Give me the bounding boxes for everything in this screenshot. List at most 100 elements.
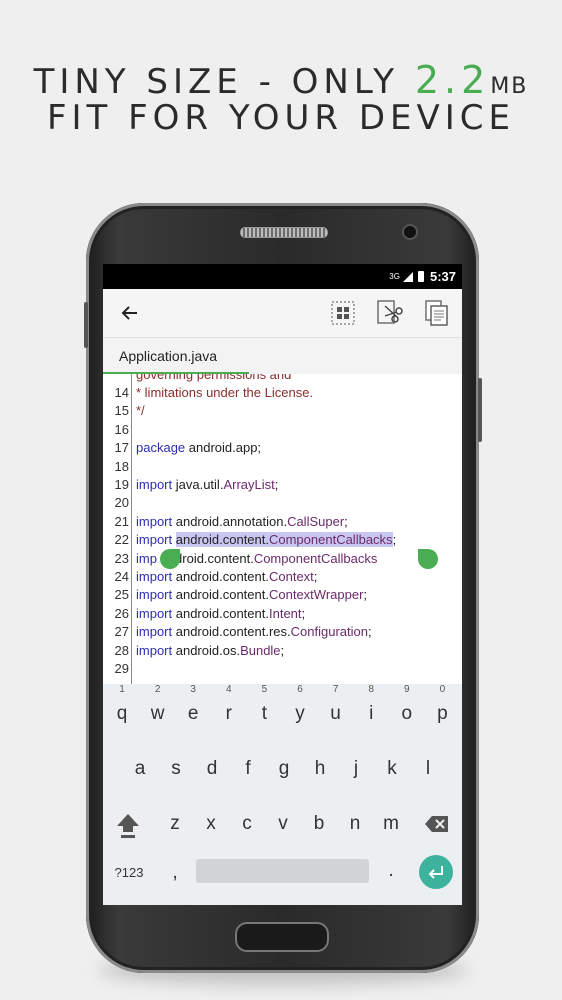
code-token: ;: [280, 642, 285, 658]
code-token: android.annotation.: [172, 513, 288, 529]
comma-key[interactable]: ,: [158, 855, 192, 891]
key-b[interactable]: b: [302, 806, 336, 842]
file-tab-bar: Application.java: [103, 338, 462, 374]
key-label: q: [116, 703, 128, 724]
code-token: android.content.res.: [172, 624, 291, 640]
key-label: o: [401, 703, 413, 724]
key-hint: 3: [190, 684, 196, 695]
code-token: ComponentCallbacks: [268, 532, 393, 548]
line-number: 16: [114, 421, 129, 437]
cut-icon[interactable]: [376, 299, 404, 327]
key-v[interactable]: v: [266, 806, 300, 842]
line-number: 19: [114, 477, 129, 492]
selection-start-handle[interactable]: [160, 549, 180, 569]
code-token: import: [136, 513, 173, 529]
code-editor[interactable]: governing permissions and 14 * limitatio…: [103, 374, 462, 684]
symbols-key[interactable]: ?123: [112, 855, 146, 891]
key-a[interactable]: a: [123, 751, 157, 787]
code-token: CallSuper: [287, 513, 345, 529]
key-k[interactable]: k: [375, 751, 409, 787]
key-z[interactable]: z: [158, 806, 192, 842]
code-token: Context: [268, 569, 314, 584]
key-l[interactable]: l: [411, 751, 445, 787]
line-number: 27: [114, 624, 129, 640]
key-j[interactable]: j: [339, 751, 373, 787]
line-number: 28: [114, 642, 129, 658]
code-token: ComponentCallbacks: [253, 550, 378, 566]
key-label: u: [330, 703, 341, 724]
key-u[interactable]: 7u: [319, 684, 353, 732]
code-text: import android.content.res.Configuration…: [136, 623, 372, 641]
headline-size-value: 2.2: [414, 58, 491, 102]
code-token: ;: [301, 605, 306, 621]
code-token: ;: [363, 587, 368, 603]
code-text: import android.os.Bundle;: [136, 642, 284, 660]
key-y[interactable]: 6y: [283, 684, 317, 732]
code-text: governing permissions and: [136, 374, 292, 382]
home-button[interactable]: [235, 922, 329, 952]
key-d[interactable]: d: [195, 751, 229, 787]
key-s[interactable]: s: [159, 751, 193, 787]
code-token: android.content.: [172, 587, 269, 603]
key-r[interactable]: 4r: [212, 684, 246, 732]
status-time: 5:37: [429, 269, 456, 284]
code-token: import: [136, 642, 173, 658]
line-number: 14: [114, 385, 129, 400]
key-o[interactable]: 9o: [390, 684, 424, 732]
network-type: 3G: [389, 272, 400, 281]
key-g[interactable]: g: [267, 751, 301, 787]
power-button: [478, 378, 482, 442]
space-bar[interactable]: [196, 859, 369, 883]
code-token: android.content.: [175, 532, 269, 548]
key-c[interactable]: c: [230, 806, 264, 842]
copy-icon[interactable]: [423, 299, 451, 327]
key-w[interactable]: 2w: [141, 684, 175, 732]
code-token: import: [136, 569, 173, 584]
key-n[interactable]: n: [338, 806, 372, 842]
battery-icon: [417, 271, 424, 282]
code-text: */: [136, 402, 145, 420]
selection-end-handle[interactable]: [418, 549, 438, 569]
shift-icon[interactable]: [111, 806, 145, 842]
headline-size-unit: MB: [490, 74, 529, 99]
line-number: 29: [114, 661, 129, 676]
headline-line-1: TINY SIZE - ONLY 2.2MB: [0, 58, 562, 102]
key-hint: 4: [226, 684, 232, 695]
key-hint: 0: [439, 684, 446, 695]
key-h[interactable]: h: [303, 751, 337, 787]
status-bar: 3G 5:37: [103, 264, 462, 289]
code-token: ContextWrapper: [268, 587, 364, 603]
line-number: 17: [114, 440, 129, 456]
code-token: Configuration: [290, 624, 368, 640]
code-text: import android.content.Context;: [136, 568, 317, 586]
code-token: import: [136, 587, 173, 603]
code-token: */: [136, 403, 145, 419]
code-token: import: [136, 624, 173, 640]
key-e[interactable]: 3e: [176, 684, 210, 732]
tab-application-java[interactable]: Application.java: [119, 348, 217, 364]
key-t[interactable]: 5t: [247, 684, 281, 732]
key-hint: 8: [368, 684, 374, 695]
keyboard-row-2: asdfghjkl: [103, 751, 462, 787]
key-i[interactable]: 8i: [354, 684, 388, 732]
code-token: ;: [344, 513, 348, 529]
code-token: * limitations under the License.: [136, 385, 314, 400]
key-x[interactable]: x: [194, 806, 228, 842]
period-key[interactable]: .: [374, 853, 408, 889]
key-q[interactable]: 1q: [105, 684, 139, 732]
key-hint: 9: [404, 684, 410, 695]
backspace-icon[interactable]: [420, 806, 454, 842]
soft-keyboard: 1q2w3e4r5t6y7u8i9o0p asdfghjkl zxcvbnm ?…: [103, 684, 462, 905]
code-token: ;: [313, 569, 318, 584]
code-token: import: [136, 605, 173, 621]
select-all-icon[interactable]: [329, 299, 357, 327]
arrow-left-icon[interactable]: [116, 299, 144, 327]
key-hint: 1: [119, 684, 125, 695]
key-m[interactable]: m: [374, 806, 408, 842]
code-text: * limitations under the License.: [136, 384, 313, 402]
enter-icon[interactable]: [419, 855, 453, 889]
code-text: package android.app;: [136, 439, 261, 457]
key-p[interactable]: 0p: [425, 684, 459, 732]
earpiece-speaker: [240, 227, 328, 238]
key-f[interactable]: f: [231, 751, 265, 787]
